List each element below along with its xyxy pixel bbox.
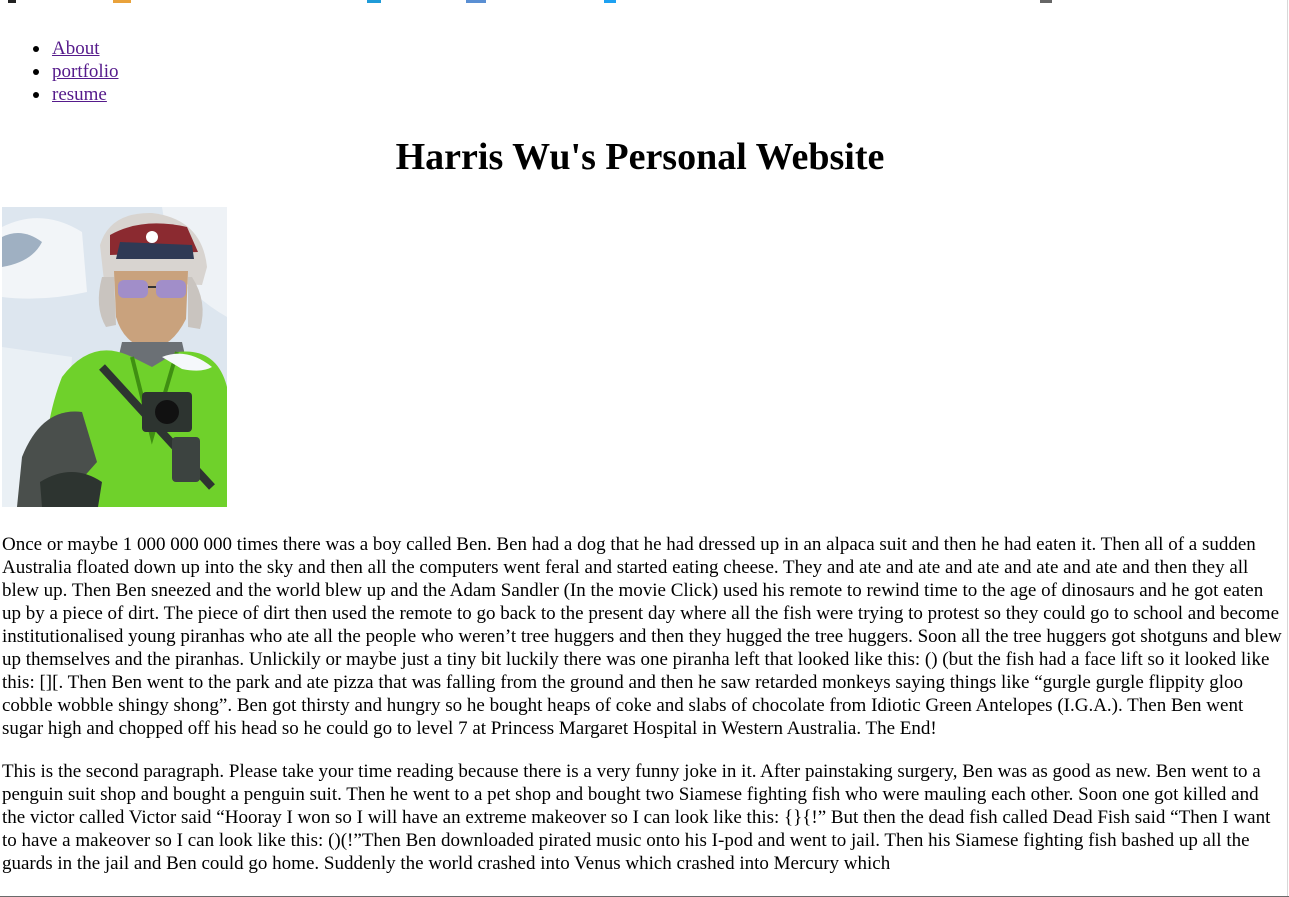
bookmark-icon[interactable] bbox=[1040, 0, 1052, 3]
profile-photo bbox=[2, 207, 227, 507]
story-paragraph-2: This is the second paragraph. Please tak… bbox=[2, 761, 1271, 874]
story-text: Once or maybe 1 000 000 000 times there … bbox=[2, 533, 1282, 895]
story-paragraph-1: Once or maybe 1 000 000 000 times there … bbox=[2, 534, 1282, 739]
bookmark-icon[interactable] bbox=[367, 0, 381, 3]
nav-link-portfolio[interactable]: portfolio bbox=[52, 61, 119, 82]
page-title: Harris Wu's Personal Website bbox=[395, 136, 885, 178]
nav-link-about[interactable]: About bbox=[52, 38, 100, 59]
bookmark-icon[interactable] bbox=[466, 0, 486, 3]
nav-list: About portfolio resume bbox=[0, 37, 119, 106]
bookmark-icon[interactable] bbox=[8, 0, 16, 3]
window-edge bbox=[1287, 0, 1288, 897]
bookmark-icon[interactable] bbox=[113, 0, 131, 3]
bookmark-bar-remnant bbox=[0, 0, 1289, 4]
bookmark-icon[interactable] bbox=[604, 0, 616, 3]
nav-link-resume[interactable]: resume bbox=[52, 84, 107, 105]
page: About portfolio resume Harris Wu's Perso… bbox=[0, 0, 1289, 897]
nav-item-resume: resume bbox=[0, 83, 119, 106]
nav-item-about: About bbox=[0, 37, 119, 60]
nav-item-portfolio: portfolio bbox=[0, 60, 119, 83]
profile-photo-illustration bbox=[2, 207, 227, 507]
